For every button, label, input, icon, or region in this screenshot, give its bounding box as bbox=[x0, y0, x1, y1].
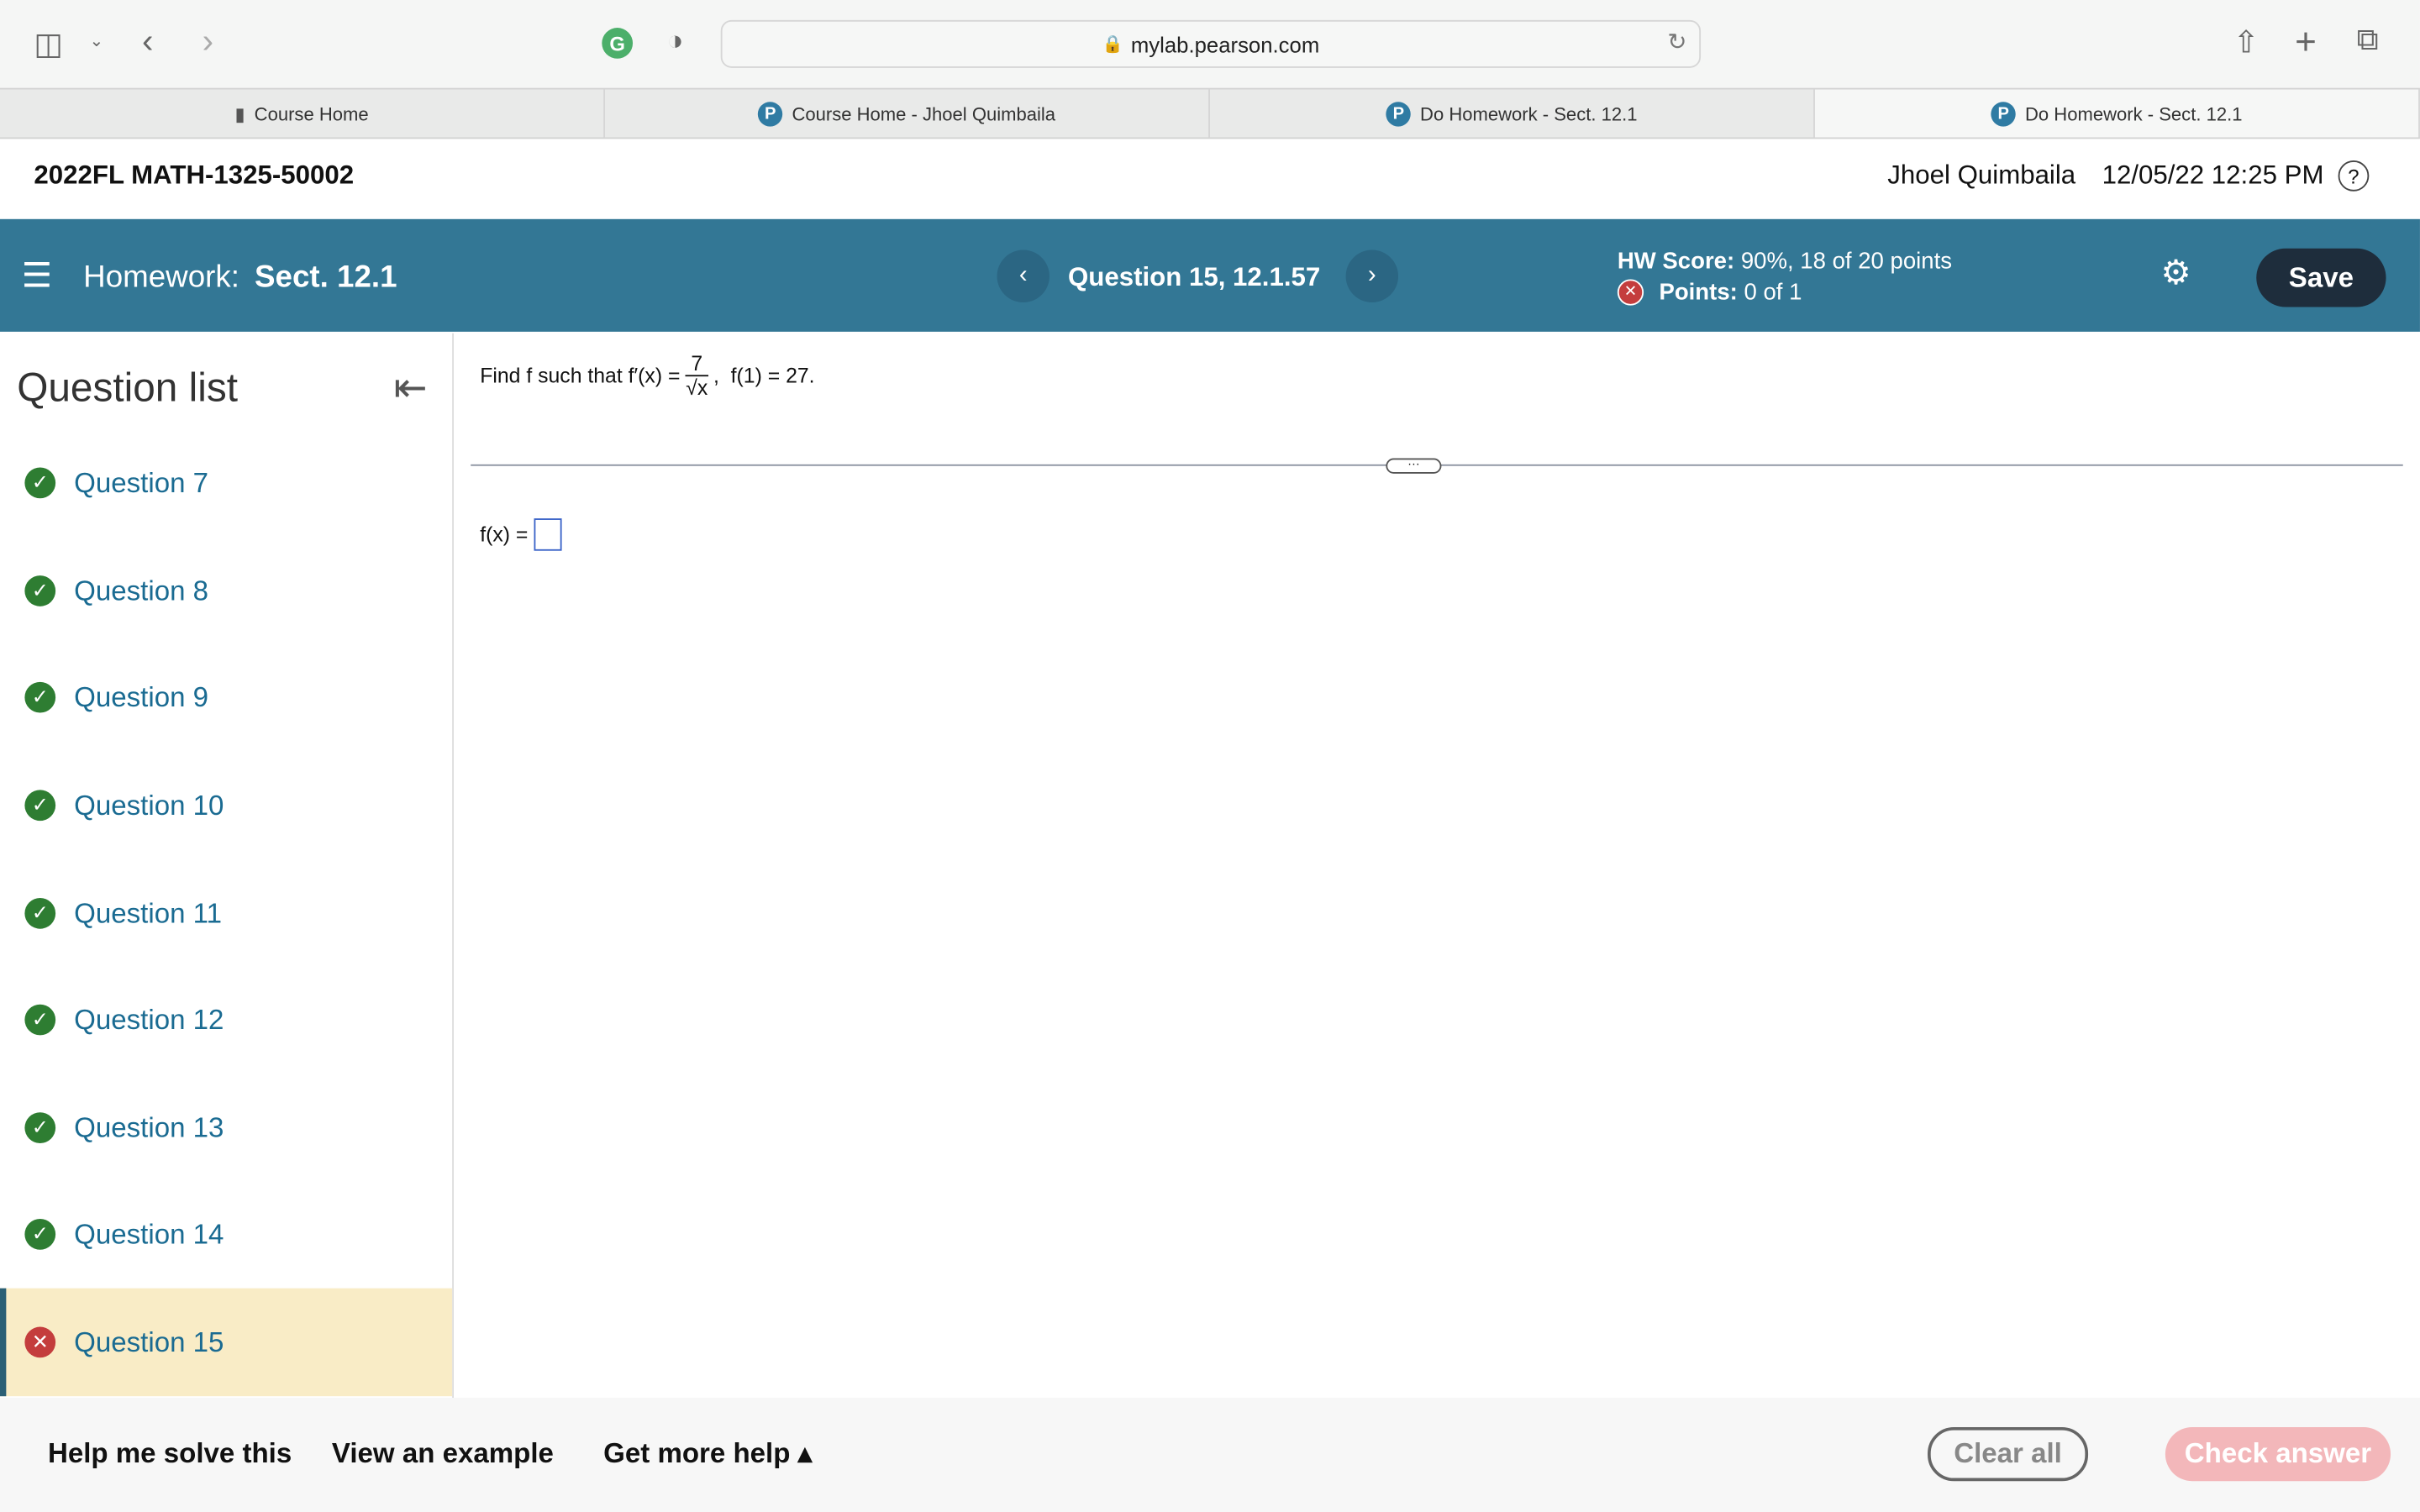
question-label: Question 12 bbox=[74, 1003, 224, 1035]
question-item[interactable]: ✓ Question 11 bbox=[0, 859, 452, 968]
question-title: Question 15, 12.1.57 bbox=[1067, 262, 1321, 292]
tab-label: Do Homework - Sect. 12.1 bbox=[1420, 102, 1638, 124]
check-icon: ✓ bbox=[24, 897, 56, 929]
resize-handle[interactable]: ··· bbox=[1386, 458, 1442, 474]
hw-score: HW Score: 90%, 18 of 20 points bbox=[1618, 249, 1952, 275]
user-name[interactable]: Jhoel Quimbaila bbox=[1887, 160, 2075, 192]
incorrect-icon: ✕ bbox=[1617, 279, 1644, 306]
forward-icon[interactable]: › bbox=[203, 22, 213, 62]
tab-course-home-user[interactable]: P Course Home - Jhoel Quimbaila bbox=[605, 89, 1210, 138]
answer-row: f(x) = bbox=[480, 518, 562, 551]
footer-bar: Help me solve this View an example Get m… bbox=[0, 1398, 2420, 1512]
grammarly-icon[interactable]: G bbox=[602, 28, 634, 59]
check-icon: ✓ bbox=[24, 575, 56, 606]
tab-do-homework-active[interactable]: P Do Homework - Sect. 12.1 bbox=[1814, 89, 2420, 138]
question-suffix: , f(1) = 27. bbox=[713, 364, 815, 388]
fraction: 7 √x bbox=[684, 352, 709, 400]
lock-icon: 🔒 bbox=[1102, 35, 1123, 55]
tab-label: Course Home bbox=[254, 102, 369, 124]
question-item-current[interactable]: ✕ Question 15 bbox=[0, 1288, 453, 1397]
question-prefix: Find f such that f′(x) = bbox=[480, 364, 681, 388]
question-label: Question 13 bbox=[74, 1111, 224, 1143]
question-list-title: Question list bbox=[17, 364, 238, 411]
book-icon: ▮ bbox=[234, 102, 245, 124]
gear-icon[interactable]: ⚙ bbox=[2160, 253, 2191, 293]
score-label: HW Score: bbox=[1617, 248, 1735, 275]
check-icon: ✓ bbox=[24, 1112, 56, 1143]
share-icon[interactable]: ⇧ bbox=[2233, 24, 2260, 62]
question-item[interactable]: ✓ Question 13 bbox=[0, 1074, 452, 1182]
homework-label: Homework: bbox=[83, 260, 239, 295]
question-item[interactable]: ✓ Question 12 bbox=[0, 966, 452, 1074]
back-icon[interactable]: ‹ bbox=[142, 22, 153, 62]
question-item[interactable]: ✓ Question 14 bbox=[0, 1180, 452, 1289]
menu-icon[interactable]: ☰ bbox=[22, 256, 52, 297]
question-item[interactable]: ✓ Question 7 bbox=[0, 429, 452, 538]
question-text: Find f such that f′(x) = 7 √x , f(1) = 2… bbox=[480, 352, 814, 400]
score-value: 90%, 18 of 20 points bbox=[1740, 248, 1953, 275]
browser-toolbar: ◫ ⌄ ‹ › G ◑ 🔒 mylab.pearson.com ↻ ⇧ + ⧉ bbox=[0, 0, 2420, 88]
question-label: Question 11 bbox=[74, 897, 222, 928]
tab-bar: ▮ Course Home P Course Home - Jhoel Quimba… bbox=[0, 87, 2420, 139]
homework-header: ☰ Homework: Sect. 12.1 ‹ Question 15, 12… bbox=[0, 218, 2420, 332]
check-answer-button[interactable]: Check answer bbox=[2165, 1426, 2391, 1482]
new-tab-icon[interactable]: + bbox=[2295, 22, 2317, 65]
course-title: 2022FL MATH-1325-50002 bbox=[34, 160, 355, 190]
collapse-icon[interactable]: ⇤ bbox=[393, 364, 427, 412]
question-item[interactable]: ✓ Question 9 bbox=[0, 643, 452, 752]
numerator: 7 bbox=[684, 352, 709, 377]
question-item[interactable]: ✓ Question 10 bbox=[0, 751, 452, 859]
prev-question-button[interactable]: ‹ bbox=[997, 249, 1050, 302]
clear-all-button[interactable]: Clear all bbox=[1928, 1426, 2089, 1482]
question-item[interactable]: ✓ Question 8 bbox=[0, 537, 452, 645]
points-label: Points: bbox=[1659, 279, 1738, 306]
denominator: √x bbox=[686, 376, 708, 400]
pearson-icon: P bbox=[1386, 101, 1412, 126]
next-question-button[interactable]: › bbox=[1345, 249, 1399, 302]
answer-label: f(x) = bbox=[480, 522, 529, 547]
chevron-down-icon[interactable]: ⌄ bbox=[90, 31, 104, 51]
check-icon: ✓ bbox=[24, 1218, 56, 1250]
tab-course-home[interactable]: ▮ Course Home bbox=[0, 89, 605, 138]
url-text: mylab.pearson.com bbox=[1130, 31, 1320, 57]
sidebar-toggle-icon[interactable]: ◫ bbox=[34, 24, 63, 63]
homework-name: Sect. 12.1 bbox=[255, 260, 397, 295]
get-more-help-button[interactable]: Get more help ▴ bbox=[603, 1438, 812, 1471]
check-icon: ✓ bbox=[24, 681, 56, 713]
tab-overview-icon[interactable]: ⧉ bbox=[2357, 24, 2379, 59]
question-label: Question 7 bbox=[74, 466, 209, 498]
address-bar[interactable]: 🔒 mylab.pearson.com ↻ bbox=[720, 19, 1702, 68]
pearson-icon: P bbox=[758, 101, 783, 126]
tab-label: Course Home - Jhoel Quimbaila bbox=[792, 102, 1056, 124]
points: ✕ Points: 0 of 1 bbox=[1617, 279, 1802, 306]
answer-input[interactable] bbox=[534, 518, 562, 551]
help-me-solve-button[interactable]: Help me solve this bbox=[48, 1438, 292, 1471]
question-label: Question 9 bbox=[74, 680, 209, 712]
tab-do-homework[interactable]: P Do Homework - Sect. 12.1 bbox=[1210, 89, 1815, 138]
save-button[interactable]: Save bbox=[2256, 248, 2386, 307]
pearson-icon: P bbox=[1991, 101, 2016, 126]
question-label: Question 15 bbox=[74, 1326, 224, 1357]
check-icon: ✓ bbox=[24, 1004, 56, 1036]
question-list-sidebar: Question list ⇤ ✓ Question 7 ✓ Question 8 … bbox=[0, 333, 454, 1399]
question-label: Question 14 bbox=[74, 1218, 224, 1249]
datetime: 12/05/22 12:25 PM bbox=[2102, 160, 2324, 190]
view-example-button[interactable]: View an example bbox=[332, 1438, 554, 1471]
check-icon: ✓ bbox=[24, 790, 56, 822]
tab-label: Do Homework - Sect. 12.1 bbox=[2025, 102, 2243, 124]
question-label: Question 8 bbox=[74, 575, 209, 606]
reload-icon[interactable]: ↻ bbox=[1667, 28, 1686, 55]
check-icon: ✓ bbox=[24, 467, 56, 499]
incorrect-icon: ✕ bbox=[24, 1326, 56, 1358]
shield-icon[interactable]: ◑ bbox=[666, 24, 683, 57]
help-icon[interactable]: ? bbox=[2338, 160, 2370, 192]
question-label: Question 10 bbox=[74, 789, 224, 821]
points-value: 0 of 1 bbox=[1744, 279, 1802, 306]
